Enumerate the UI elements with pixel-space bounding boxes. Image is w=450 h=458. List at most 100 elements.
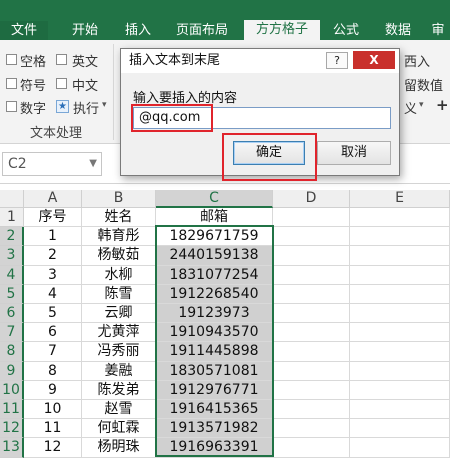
- empty-cell[interactable]: [273, 208, 350, 228]
- empty-cell[interactable]: [350, 265, 450, 285]
- insert-text-input[interactable]: @qq.com: [133, 107, 391, 129]
- cell-email[interactable]: 2440159138: [156, 246, 273, 266]
- cell-name[interactable]: 杨敏茹: [82, 246, 156, 266]
- row-header[interactable]: 1: [0, 208, 24, 228]
- cell-number[interactable]: 6: [24, 323, 82, 343]
- empty-cell[interactable]: [273, 400, 350, 420]
- cell-name[interactable]: 陈发弟: [82, 380, 156, 400]
- empty-cell[interactable]: [273, 284, 350, 304]
- ribbon-right-dropdown-icon[interactable]: ▾: [419, 100, 424, 110]
- cell-name[interactable]: 杨明珠: [82, 438, 156, 458]
- empty-cell[interactable]: [350, 419, 450, 439]
- cell-number[interactable]: 11: [24, 419, 82, 439]
- cell-email[interactable]: 19123973: [156, 304, 273, 324]
- row-header[interactable]: 12: [0, 419, 24, 439]
- tab-formulas[interactable]: 公式: [326, 21, 366, 40]
- close-button[interactable]: X: [353, 51, 395, 69]
- cell-email[interactable]: 1912268540: [156, 284, 273, 304]
- cell-email[interactable]: 1911445898: [156, 342, 273, 362]
- checkbox-space[interactable]: [6, 54, 17, 65]
- cell-number[interactable]: 5: [24, 304, 82, 324]
- checkbox-chinese[interactable]: [56, 78, 67, 89]
- cell-number[interactable]: 3: [24, 265, 82, 285]
- cell-email[interactable]: 1912976771: [156, 380, 273, 400]
- empty-cell[interactable]: [350, 361, 450, 381]
- column-header-d[interactable]: D: [273, 190, 350, 208]
- row-header[interactable]: 13: [0, 438, 24, 458]
- cell-name[interactable]: 水柳: [82, 265, 156, 285]
- empty-cell[interactable]: [350, 400, 450, 420]
- execute-star-icon[interactable]: ★: [56, 100, 69, 113]
- empty-cell[interactable]: [273, 438, 350, 458]
- row-header[interactable]: 9: [0, 361, 24, 381]
- empty-cell[interactable]: [350, 227, 450, 247]
- empty-cell[interactable]: [350, 323, 450, 343]
- empty-cell[interactable]: [350, 246, 450, 266]
- cell-email[interactable]: 1916415365: [156, 400, 273, 420]
- cell-number[interactable]: 8: [24, 361, 82, 381]
- column-header-c[interactable]: C: [156, 190, 273, 208]
- add-icon[interactable]: +: [436, 96, 449, 114]
- execute-button[interactable]: 执行: [73, 98, 99, 117]
- help-button[interactable]: ?: [326, 52, 348, 69]
- empty-cell[interactable]: [273, 419, 350, 439]
- ribbon-right-item-2[interactable]: 留数值: [404, 75, 443, 94]
- row-header[interactable]: 7: [0, 323, 24, 343]
- header-cell[interactable]: 姓名: [82, 208, 156, 228]
- cell-name[interactable]: 云卿: [82, 304, 156, 324]
- checkbox-symbol[interactable]: [6, 78, 17, 89]
- cell-name[interactable]: 冯秀丽: [82, 342, 156, 362]
- row-header[interactable]: 6: [0, 304, 24, 324]
- empty-cell[interactable]: [273, 265, 350, 285]
- empty-cell[interactable]: [273, 246, 350, 266]
- empty-cell[interactable]: [350, 304, 450, 324]
- cell-name[interactable]: 赵雪: [82, 400, 156, 420]
- column-header-a[interactable]: A: [24, 190, 82, 208]
- row-header[interactable]: 10: [0, 380, 24, 400]
- cell-email[interactable]: 1913571982: [156, 419, 273, 439]
- row-header[interactable]: 11: [0, 400, 24, 420]
- cell-email[interactable]: 1830571081: [156, 361, 273, 381]
- cancel-button[interactable]: 取消: [317, 141, 391, 165]
- cell-name[interactable]: 尤黄萍: [82, 323, 156, 343]
- row-header[interactable]: 2: [0, 227, 24, 247]
- cell-email[interactable]: 1831077254: [156, 265, 273, 285]
- row-header[interactable]: 4: [0, 265, 24, 285]
- row-header[interactable]: 5: [0, 284, 24, 304]
- empty-cell[interactable]: [273, 304, 350, 324]
- tab-fangfang-gezi[interactable]: 方方格子: [244, 20, 320, 40]
- cell-email[interactable]: 1910943570: [156, 323, 273, 343]
- ribbon-right-item-1[interactable]: 西入: [404, 51, 430, 70]
- row-header[interactable]: 3: [0, 246, 24, 266]
- empty-cell[interactable]: [273, 361, 350, 381]
- row-header[interactable]: 8: [0, 342, 24, 362]
- cell-name[interactable]: 陈雪: [82, 284, 156, 304]
- empty-cell[interactable]: [273, 342, 350, 362]
- empty-cell[interactable]: [350, 438, 450, 458]
- cell-name[interactable]: 何虹霖: [82, 419, 156, 439]
- header-cell[interactable]: 序号: [24, 208, 82, 228]
- execute-dropdown-icon[interactable]: ▾: [102, 100, 107, 110]
- header-cell[interactable]: 邮箱: [156, 208, 273, 228]
- chevron-down-icon[interactable]: ▼: [89, 153, 97, 175]
- empty-cell[interactable]: [273, 323, 350, 343]
- empty-cell[interactable]: [273, 227, 350, 247]
- empty-cell[interactable]: [350, 208, 450, 228]
- tab-home[interactable]: 开始: [62, 21, 108, 40]
- tab-page-layout[interactable]: 页面布局: [166, 21, 238, 40]
- select-all-corner[interactable]: [0, 190, 24, 208]
- column-header-e[interactable]: E: [350, 190, 450, 208]
- cell-number[interactable]: 10: [24, 400, 82, 420]
- cell-name[interactable]: 韩育彤: [82, 227, 156, 247]
- cell-email[interactable]: 1916963391: [156, 438, 273, 458]
- cell-number[interactable]: 9: [24, 380, 82, 400]
- empty-cell[interactable]: [350, 284, 450, 304]
- column-header-b[interactable]: B: [82, 190, 156, 208]
- tab-insert[interactable]: 插入: [118, 21, 158, 40]
- cell-number[interactable]: 7: [24, 342, 82, 362]
- cell-number[interactable]: 12: [24, 438, 82, 458]
- cell-number[interactable]: 4: [24, 284, 82, 304]
- cell-email[interactable]: 1829671759: [156, 227, 273, 247]
- checkbox-english[interactable]: [56, 54, 67, 65]
- cell-number[interactable]: 1: [24, 227, 82, 247]
